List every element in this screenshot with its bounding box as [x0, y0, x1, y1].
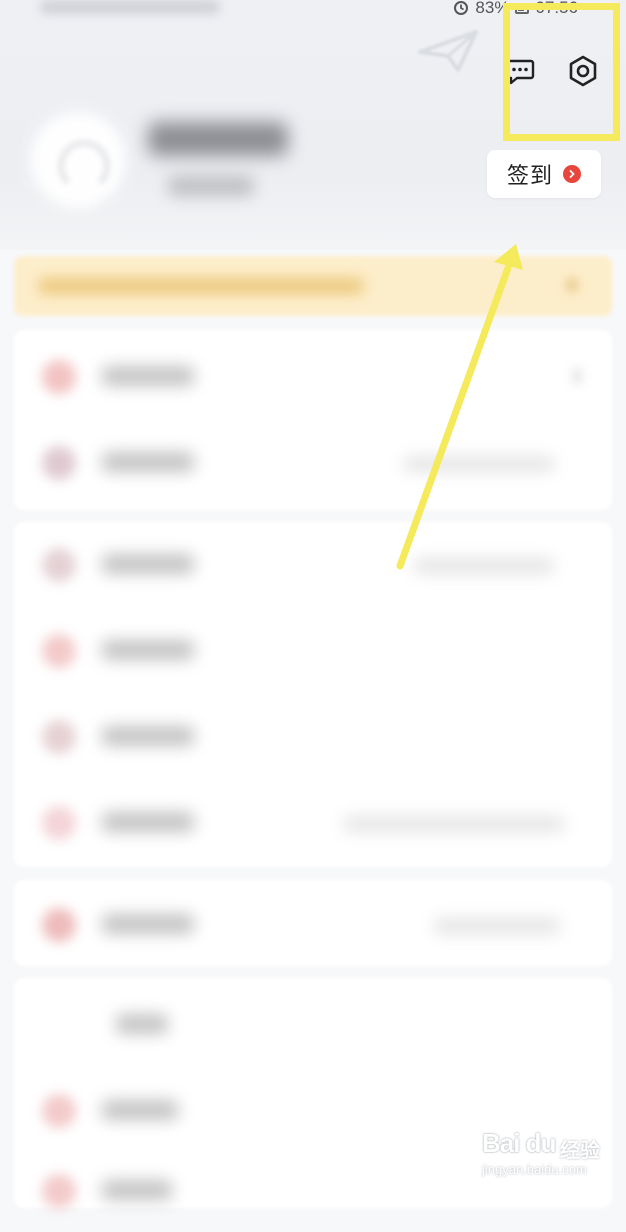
settings-button[interactable]	[563, 51, 603, 91]
list-item-value-blurred	[344, 816, 564, 832]
banner-text-blurred	[38, 278, 364, 294]
user-subtitle-blurred	[168, 176, 254, 196]
list-item[interactable]	[14, 880, 612, 966]
alarm-icon	[454, 1, 469, 15]
checkin-button[interactable]: 签到	[487, 150, 601, 198]
watermark-url: jingyan.baidu.com	[482, 1162, 587, 1177]
status-bar: 83% 07:56	[0, 0, 626, 22]
battery-percent: 83%	[475, 0, 510, 17]
message-button[interactable]	[500, 51, 540, 91]
paper-plane-icon	[418, 30, 478, 72]
list-item[interactable]	[14, 520, 612, 606]
list-item-value-blurred	[404, 456, 554, 472]
list-item-icon	[42, 548, 76, 582]
list-item[interactable]	[14, 980, 612, 1066]
gear-icon	[569, 55, 597, 87]
chevron-right-icon	[569, 170, 575, 178]
checkin-label: 签到	[506, 163, 553, 188]
list-item-label-blurred	[102, 554, 194, 574]
status-right: 83% 07:56	[453, 0, 578, 19]
chat-bubble-icon	[505, 59, 535, 85]
list-item-label-blurred	[102, 914, 194, 934]
battery-icon	[515, 2, 530, 14]
username-blurred	[148, 122, 288, 156]
list-item[interactable]	[14, 778, 612, 864]
list-item-label-blurred	[116, 1014, 168, 1034]
list-item-label-blurred	[102, 452, 194, 472]
list-item-value-blurred	[434, 918, 560, 934]
list-item-icon	[42, 634, 76, 668]
list-item[interactable]	[14, 332, 612, 418]
list-item[interactable]	[14, 418, 612, 504]
list-item-label-blurred	[102, 1100, 178, 1120]
banner-chevron-icon	[566, 278, 578, 292]
watermark-logo: Bai du 经验 jingyan.baidu.com	[476, 1124, 606, 1184]
list-item-label-blurred	[102, 726, 194, 746]
list-item-icon	[42, 908, 76, 942]
chevron-right-icon	[572, 368, 582, 384]
list-item[interactable]	[14, 692, 612, 778]
checkin-badge	[563, 165, 581, 183]
list-item-icon	[42, 1174, 76, 1208]
list-item-value-blurred	[414, 558, 554, 574]
watermark-word: 经验	[560, 1140, 600, 1162]
list-item-label-blurred	[102, 366, 194, 386]
list-item-label-blurred	[102, 640, 194, 660]
list-item-icon	[42, 446, 76, 480]
list-item[interactable]	[14, 606, 612, 692]
watermark-brand: Bai du	[482, 1128, 556, 1158]
list-item-label-blurred	[102, 812, 194, 832]
status-time: 07:56	[535, 0, 578, 17]
list-item-icon	[42, 1094, 76, 1128]
list-item-label-blurred	[102, 1180, 172, 1200]
avatar-placeholder-icon	[58, 140, 110, 192]
list-item-icon	[42, 806, 76, 840]
list-item-icon	[42, 720, 76, 754]
list-item-icon	[42, 360, 76, 394]
status-left-blurred	[40, 0, 220, 14]
